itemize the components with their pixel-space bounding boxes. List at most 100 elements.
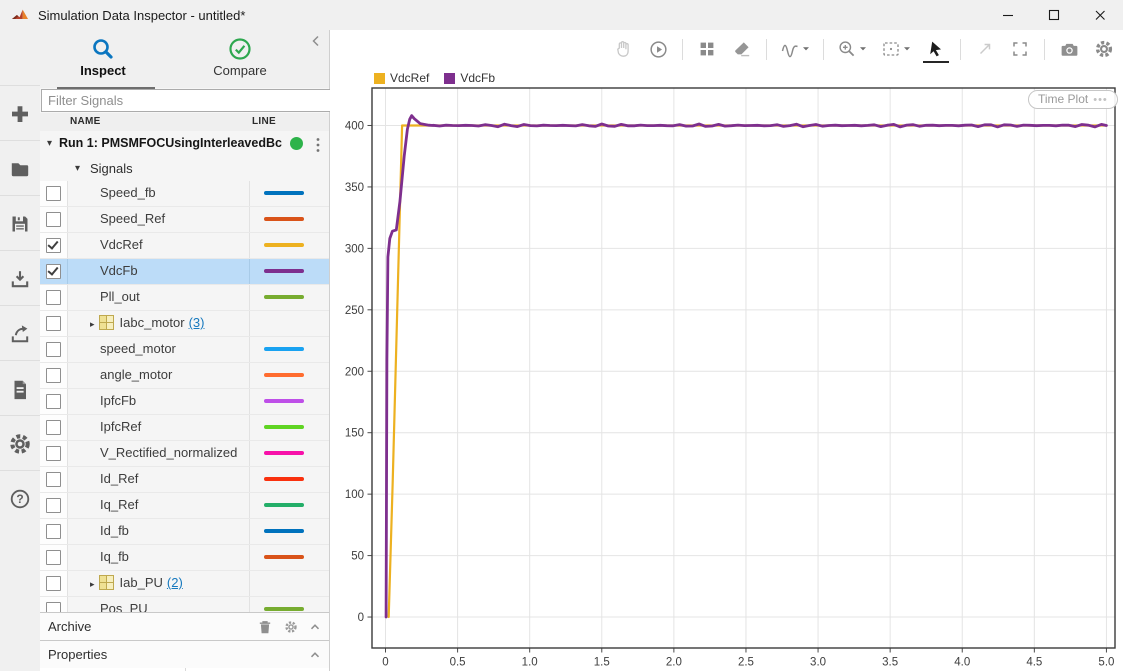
checkbox-cell bbox=[40, 545, 68, 570]
tab-compare-label: Compare bbox=[180, 63, 300, 78]
filter-signals-input[interactable] bbox=[41, 89, 341, 112]
collapse-arrow-icon[interactable]: ▾ bbox=[47, 131, 52, 156]
zoom-in-icon bbox=[837, 39, 857, 59]
signal-checkbox[interactable] bbox=[46, 420, 61, 435]
signal-checkbox[interactable] bbox=[46, 342, 61, 357]
export-button[interactable] bbox=[0, 305, 40, 361]
signals-group-row[interactable]: ▾ Signals bbox=[40, 156, 329, 182]
svg-text:350: 350 bbox=[345, 182, 364, 194]
trash-icon[interactable] bbox=[257, 619, 273, 635]
line-color-swatch bbox=[264, 529, 304, 533]
run-label: Run 1: PMSMFOCUsingInterleavedBc bbox=[59, 131, 287, 156]
tab-compare[interactable]: Compare bbox=[180, 32, 300, 85]
signal-checkbox[interactable] bbox=[46, 550, 61, 565]
signal-row-V_Rectified_normalized[interactable]: V_Rectified_normalized bbox=[40, 441, 329, 467]
signal-checkbox[interactable] bbox=[46, 576, 61, 591]
import-button[interactable] bbox=[0, 250, 40, 306]
magnifier-icon bbox=[90, 36, 116, 62]
signal-row-Pll_out[interactable]: Pll_out bbox=[40, 285, 329, 311]
plot-settings-button[interactable] bbox=[1091, 35, 1117, 63]
pointer-button[interactable] bbox=[923, 35, 949, 63]
tab-inspect[interactable]: Inspect bbox=[43, 32, 163, 85]
expand-arrow-icon[interactable]: ▸ bbox=[90, 319, 95, 329]
gear-icon bbox=[8, 432, 32, 456]
report-button[interactable] bbox=[0, 360, 40, 416]
svg-text:1.0: 1.0 bbox=[522, 657, 538, 669]
pan-button[interactable] bbox=[610, 35, 636, 63]
gear-icon bbox=[1094, 39, 1114, 59]
layout-button[interactable] bbox=[694, 35, 720, 63]
archive-bar[interactable]: Archive bbox=[40, 612, 329, 641]
signal-checkbox[interactable] bbox=[46, 446, 61, 461]
chevron-up-icon[interactable] bbox=[309, 621, 321, 633]
signal-checkbox[interactable] bbox=[46, 472, 61, 487]
signal-row-IpfcFb[interactable]: IpfcFb bbox=[40, 389, 329, 415]
signal-count-link[interactable]: (2) bbox=[167, 575, 183, 590]
save-button[interactable] bbox=[0, 195, 40, 251]
line-color-swatch bbox=[264, 607, 304, 611]
signal-checkbox[interactable] bbox=[46, 498, 61, 513]
fit-to-view-button[interactable] bbox=[878, 35, 914, 63]
new-button[interactable] bbox=[0, 85, 40, 141]
minimize-button[interactable] bbox=[985, 0, 1031, 30]
signal-checkbox[interactable] bbox=[46, 316, 61, 331]
open-button[interactable] bbox=[0, 140, 40, 196]
signal-checkbox[interactable] bbox=[46, 290, 61, 305]
replay-button[interactable] bbox=[645, 35, 671, 63]
chevron-up-icon[interactable] bbox=[309, 649, 321, 661]
signal-row-Iq_fb[interactable]: Iq_fb bbox=[40, 545, 329, 571]
signal-wave-icon bbox=[780, 39, 800, 59]
line-color-swatch bbox=[264, 503, 304, 507]
fullscreen-button[interactable] bbox=[1007, 35, 1033, 63]
signal-checkbox[interactable] bbox=[46, 368, 61, 383]
signal-row-Id_Ref[interactable]: Id_Ref bbox=[40, 467, 329, 493]
svg-text:200: 200 bbox=[345, 366, 364, 378]
signal-checkbox[interactable] bbox=[46, 602, 61, 612]
data-cursors-button[interactable] bbox=[778, 35, 812, 63]
signal-row-Iab_PU[interactable]: ▸Iab_PU(2) bbox=[40, 571, 329, 597]
layout-grid-icon bbox=[697, 39, 717, 59]
run-row[interactable]: ▾ Run 1: PMSMFOCUsingInterleavedBc bbox=[40, 131, 329, 157]
collapse-arrow-icon[interactable]: ▾ bbox=[75, 156, 80, 181]
expand-arrow-icon[interactable]: ▸ bbox=[90, 579, 95, 589]
close-button[interactable] bbox=[1077, 0, 1123, 30]
signal-checkbox[interactable] bbox=[46, 238, 61, 253]
plot-type-badge[interactable]: Time Plot••• bbox=[1028, 90, 1118, 109]
signal-checkbox[interactable] bbox=[46, 186, 61, 201]
fit-to-view-icon bbox=[881, 39, 901, 59]
signal-name: speed_motor bbox=[100, 341, 176, 356]
signal-count-link[interactable]: (3) bbox=[189, 315, 205, 330]
signal-checkbox[interactable] bbox=[46, 524, 61, 539]
signal-row-speed_motor[interactable]: speed_motor bbox=[40, 337, 329, 363]
zoom-button[interactable] bbox=[835, 35, 869, 63]
signal-checkbox[interactable] bbox=[46, 212, 61, 227]
line-style-cell bbox=[249, 181, 329, 206]
properties-bar[interactable]: Properties bbox=[40, 640, 329, 669]
signal-row-Speed_fb[interactable]: Speed_fb bbox=[40, 181, 329, 207]
signal-row-Iabc_motor[interactable]: ▸Iabc_motor(3) bbox=[40, 311, 329, 337]
signal-row-angle_motor[interactable]: angle_motor bbox=[40, 363, 329, 389]
help-button[interactable]: ? bbox=[0, 470, 40, 526]
signal-row-Speed_Ref[interactable]: Speed_Ref bbox=[40, 207, 329, 233]
signal-row-Pos_PU[interactable]: Pos_PU bbox=[40, 597, 329, 612]
signal-row-VdcFb[interactable]: VdcFb bbox=[40, 259, 329, 285]
signal-name: Id_fb bbox=[100, 523, 129, 538]
signal-row-VdcRef[interactable]: VdcRef bbox=[40, 233, 329, 259]
time-plot[interactable]: 00.51.01.52.02.53.03.54.04.55.0050100150… bbox=[330, 60, 1123, 671]
signal-checkbox[interactable] bbox=[46, 394, 61, 409]
svg-text:3.0: 3.0 bbox=[810, 657, 826, 669]
collapse-sidebar-button[interactable] bbox=[309, 34, 325, 50]
signal-row-IpfcRef[interactable]: IpfcRef bbox=[40, 415, 329, 441]
gear-icon[interactable] bbox=[284, 620, 298, 634]
signal-row-Id_fb[interactable]: Id_fb bbox=[40, 519, 329, 545]
maximize-button[interactable] bbox=[1031, 0, 1077, 30]
line-color-swatch bbox=[264, 399, 304, 403]
preferences-button[interactable] bbox=[0, 415, 40, 471]
clear-plots-button[interactable] bbox=[729, 35, 755, 63]
signal-row-Iq_Ref[interactable]: Iq_Ref bbox=[40, 493, 329, 519]
snapshot-button[interactable] bbox=[1056, 35, 1082, 63]
signal-checkbox[interactable] bbox=[46, 264, 61, 279]
signal-name-cell: Iq_Ref bbox=[68, 493, 249, 518]
expand-plot-button[interactable] bbox=[972, 35, 998, 63]
svg-text:250: 250 bbox=[345, 305, 364, 317]
